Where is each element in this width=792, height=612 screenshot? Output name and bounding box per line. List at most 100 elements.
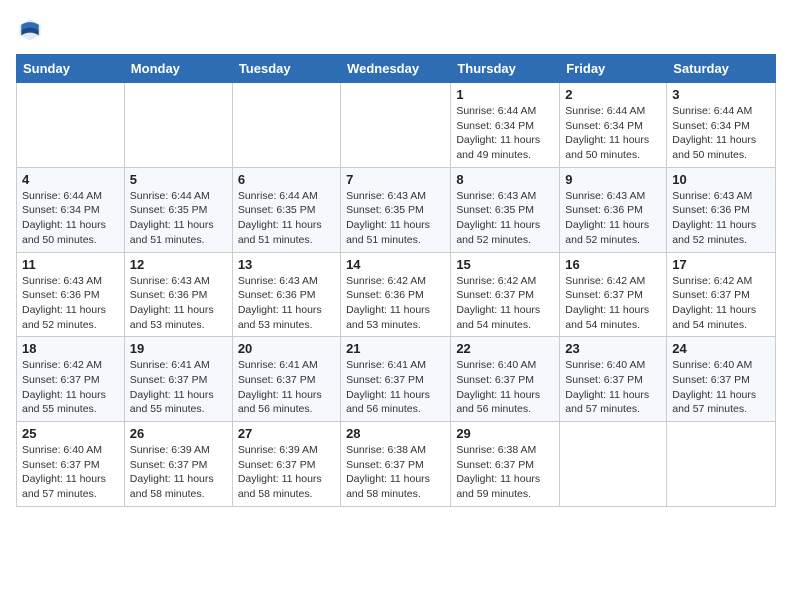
day-cell: 9Sunrise: 6:43 AM Sunset: 6:36 PM Daylig… [560, 167, 667, 252]
day-cell: 4 Sunrise: 6:44 AM Sunset: 6:34 PM Daylig… [17, 167, 125, 252]
day-number: 10 [672, 172, 770, 187]
day-info: Sunrise: 6:42 AM Sunset: 6:37 PM Dayligh… [22, 358, 119, 417]
week-row-4: 18 Sunrise: 6:42 AM Sunset: 6:37 PM Dayli… [17, 337, 776, 422]
column-header-monday: Monday [124, 55, 232, 83]
day-info: Sunrise: 6:43 AM Sunset: 6:36 PM Dayligh… [238, 274, 335, 333]
day-info: Sunrise: 6:41 AM Sunset: 6:37 PM Dayligh… [238, 358, 335, 417]
day-number: 3 [672, 87, 770, 102]
day-cell: 25 Sunrise: 6:40 AM Sunset: 6:37 PM Dayli… [17, 422, 125, 507]
day-info: Sunrise: 6:40 AM Sunset: 6:37 PM Dayligh… [672, 358, 770, 417]
day-number: 4 [22, 172, 119, 187]
day-cell: 19Sunrise: 6:41 AM Sunset: 6:37 PM Dayli… [124, 337, 232, 422]
day-number: 26 [130, 426, 227, 441]
day-info: Sunrise: 6:43 AM Sunset: 6:36 PM Dayligh… [565, 189, 661, 248]
day-number: 21 [346, 341, 445, 356]
day-info: Sunrise: 6:42 AM Sunset: 6:37 PM Dayligh… [672, 274, 770, 333]
day-number: 24 [672, 341, 770, 356]
day-cell: 22 Sunrise: 6:40 AM Sunset: 6:37 PM Dayli… [451, 337, 560, 422]
day-number: 20 [238, 341, 335, 356]
day-cell: 28Sunrise: 6:38 AM Sunset: 6:37 PM Dayli… [341, 422, 451, 507]
day-cell: 5 Sunrise: 6:44 AM Sunset: 6:35 PM Daylig… [124, 167, 232, 252]
day-cell [667, 422, 776, 507]
day-cell: 24 Sunrise: 6:40 AM Sunset: 6:37 PM Dayli… [667, 337, 776, 422]
day-info: Sunrise: 6:43 AM Sunset: 6:36 PM Dayligh… [130, 274, 227, 333]
day-cell: 18 Sunrise: 6:42 AM Sunset: 6:37 PM Dayli… [17, 337, 125, 422]
week-row-5: 25 Sunrise: 6:40 AM Sunset: 6:37 PM Dayli… [17, 422, 776, 507]
day-cell: 3 Sunrise: 6:44 AM Sunset: 6:34 PM Daylig… [667, 83, 776, 168]
day-number: 29 [456, 426, 554, 441]
day-cell [232, 83, 340, 168]
day-info: Sunrise: 6:44 AM Sunset: 6:35 PM Dayligh… [130, 189, 227, 248]
day-info: Sunrise: 6:42 AM Sunset: 6:37 PM Dayligh… [456, 274, 554, 333]
day-info: Sunrise: 6:43 AM Sunset: 6:35 PM Dayligh… [456, 189, 554, 248]
day-number: 17 [672, 257, 770, 272]
day-info: Sunrise: 6:44 AM Sunset: 6:34 PM Dayligh… [565, 104, 661, 163]
day-cell [341, 83, 451, 168]
day-number: 11 [22, 257, 119, 272]
day-info: Sunrise: 6:44 AM Sunset: 6:34 PM Dayligh… [456, 104, 554, 163]
day-info: Sunrise: 6:42 AM Sunset: 6:36 PM Dayligh… [346, 274, 445, 333]
day-info: Sunrise: 6:40 AM Sunset: 6:37 PM Dayligh… [22, 443, 119, 502]
day-info: Sunrise: 6:44 AM Sunset: 6:35 PM Dayligh… [238, 189, 335, 248]
day-number: 5 [130, 172, 227, 187]
header-row: SundayMondayTuesdayWednesdayThursdayFrid… [17, 55, 776, 83]
day-number: 1 [456, 87, 554, 102]
day-number: 25 [22, 426, 119, 441]
day-info: Sunrise: 6:39 AM Sunset: 6:37 PM Dayligh… [130, 443, 227, 502]
day-cell: 10 Sunrise: 6:43 AM Sunset: 6:36 PM Dayli… [667, 167, 776, 252]
day-cell: 27 Sunrise: 6:39 AM Sunset: 6:37 PM Dayli… [232, 422, 340, 507]
day-number: 16 [565, 257, 661, 272]
day-info: Sunrise: 6:42 AM Sunset: 6:37 PM Dayligh… [565, 274, 661, 333]
day-cell [17, 83, 125, 168]
day-number: 13 [238, 257, 335, 272]
day-number: 23 [565, 341, 661, 356]
column-header-sunday: Sunday [17, 55, 125, 83]
day-number: 18 [22, 341, 119, 356]
day-number: 12 [130, 257, 227, 272]
column-header-friday: Friday [560, 55, 667, 83]
day-number: 22 [456, 341, 554, 356]
logo-icon [16, 16, 44, 44]
day-info: Sunrise: 6:43 AM Sunset: 6:35 PM Dayligh… [346, 189, 445, 248]
day-info: Sunrise: 6:44 AM Sunset: 6:34 PM Dayligh… [22, 189, 119, 248]
day-number: 14 [346, 257, 445, 272]
day-cell: 20 Sunrise: 6:41 AM Sunset: 6:37 PM Dayli… [232, 337, 340, 422]
day-cell [124, 83, 232, 168]
calendar-table: SundayMondayTuesdayWednesdayThursdayFrid… [16, 54, 776, 507]
day-cell: 8 Sunrise: 6:43 AM Sunset: 6:35 PM Daylig… [451, 167, 560, 252]
day-info: Sunrise: 6:41 AM Sunset: 6:37 PM Dayligh… [346, 358, 445, 417]
day-cell: 17 Sunrise: 6:42 AM Sunset: 6:37 PM Dayli… [667, 252, 776, 337]
day-number: 2 [565, 87, 661, 102]
day-cell: 16 Sunrise: 6:42 AM Sunset: 6:37 PM Dayli… [560, 252, 667, 337]
day-info: Sunrise: 6:41 AM Sunset: 6:37 PM Dayligh… [130, 358, 227, 417]
week-row-3: 11 Sunrise: 6:43 AM Sunset: 6:36 PM Dayli… [17, 252, 776, 337]
day-number: 6 [238, 172, 335, 187]
day-number: 27 [238, 426, 335, 441]
logo [16, 16, 48, 44]
column-header-saturday: Saturday [667, 55, 776, 83]
week-row-2: 4 Sunrise: 6:44 AM Sunset: 6:34 PM Daylig… [17, 167, 776, 252]
day-cell: 14 Sunrise: 6:42 AM Sunset: 6:36 PM Dayli… [341, 252, 451, 337]
day-info: Sunrise: 6:43 AM Sunset: 6:36 PM Dayligh… [672, 189, 770, 248]
column-header-tuesday: Tuesday [232, 55, 340, 83]
day-cell: 23Sunrise: 6:40 AM Sunset: 6:37 PM Dayli… [560, 337, 667, 422]
day-cell [560, 422, 667, 507]
column-header-thursday: Thursday [451, 55, 560, 83]
day-cell: 29 Sunrise: 6:38 AM Sunset: 6:37 PM Dayli… [451, 422, 560, 507]
header [16, 16, 776, 44]
day-cell: 1 Sunrise: 6:44 AM Sunset: 6:34 PM Daylig… [451, 83, 560, 168]
day-cell: 13 Sunrise: 6:43 AM Sunset: 6:36 PM Dayli… [232, 252, 340, 337]
day-number: 8 [456, 172, 554, 187]
day-cell: 21 Sunrise: 6:41 AM Sunset: 6:37 PM Dayli… [341, 337, 451, 422]
day-number: 28 [346, 426, 445, 441]
day-info: Sunrise: 6:43 AM Sunset: 6:36 PM Dayligh… [22, 274, 119, 333]
day-info: Sunrise: 6:44 AM Sunset: 6:34 PM Dayligh… [672, 104, 770, 163]
column-header-wednesday: Wednesday [341, 55, 451, 83]
day-info: Sunrise: 6:39 AM Sunset: 6:37 PM Dayligh… [238, 443, 335, 502]
day-cell: 7Sunrise: 6:43 AM Sunset: 6:35 PM Daylig… [341, 167, 451, 252]
day-cell: 15 Sunrise: 6:42 AM Sunset: 6:37 PM Dayli… [451, 252, 560, 337]
day-info: Sunrise: 6:40 AM Sunset: 6:37 PM Dayligh… [456, 358, 554, 417]
day-info: Sunrise: 6:38 AM Sunset: 6:37 PM Dayligh… [456, 443, 554, 502]
day-number: 15 [456, 257, 554, 272]
day-cell: 12 Sunrise: 6:43 AM Sunset: 6:36 PM Dayli… [124, 252, 232, 337]
